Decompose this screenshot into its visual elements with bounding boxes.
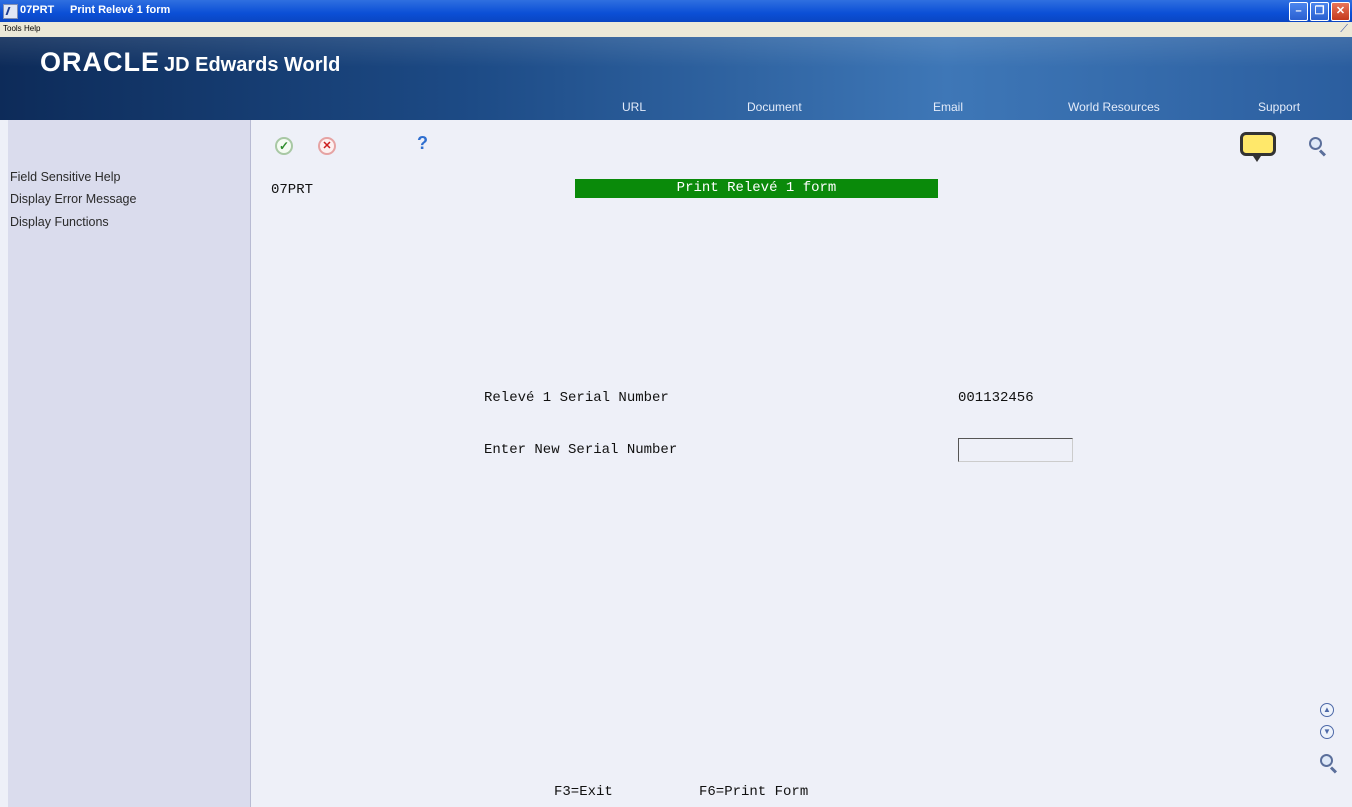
speech-bubble-icon[interactable]	[1240, 132, 1276, 162]
serial-number-value: 001132456	[958, 390, 1034, 406]
sidebar: Field Sensitive Help Display Error Messa…	[8, 120, 251, 807]
scroll-up-icon[interactable]: ▲	[1320, 703, 1334, 717]
new-serial-label: Enter New Serial Number	[484, 442, 678, 458]
window-program: 07PRT	[20, 4, 55, 16]
cancel-icon[interactable]: ✕	[318, 137, 336, 155]
product-name: JD Edwards World	[164, 54, 341, 76]
help-icon[interactable]: ?	[417, 133, 428, 154]
nav-support[interactable]: Support	[1258, 100, 1300, 114]
nav-url[interactable]: URL	[622, 100, 646, 114]
form-title: Print Relevé 1 form	[575, 179, 938, 198]
serial-number-label: Relevé 1 Serial Number	[484, 390, 669, 406]
jde-icon: ⟋	[1340, 23, 1348, 35]
menu-tools[interactable]: Tools	[3, 24, 22, 33]
menu-bar: Tools Help ⟋	[0, 22, 1352, 37]
sidebar-item-error-message[interactable]: Display Error Message	[10, 192, 136, 206]
minimize-button[interactable]: –	[1289, 2, 1308, 21]
close-button[interactable]: ✕	[1331, 2, 1350, 21]
scroll-down-icon[interactable]: ▼	[1320, 725, 1334, 739]
program-id: 07PRT	[271, 182, 314, 198]
app-icon	[3, 4, 18, 19]
nav-document[interactable]: Document	[747, 100, 802, 114]
nav-email[interactable]: Email	[933, 100, 963, 114]
new-serial-input[interactable]	[958, 438, 1073, 462]
main-area	[251, 120, 1352, 807]
banner: ORACLE JD Edwards World URL Document Emai…	[0, 37, 1352, 120]
brand-name: ORACLE	[40, 47, 160, 77]
magnifier-icon[interactable]	[1309, 137, 1322, 150]
check-icon[interactable]: ✓	[275, 137, 293, 155]
bottom-magnifier-icon[interactable]	[1320, 754, 1333, 767]
title-bar: 07PRT Print Relevé 1 form – ❐ ✕	[0, 0, 1352, 22]
nav-world-resources[interactable]: World Resources	[1068, 100, 1160, 114]
f6-print-form[interactable]: F6=Print Form	[699, 784, 808, 800]
sidebar-item-field-help[interactable]: Field Sensitive Help	[10, 170, 120, 184]
menu-help[interactable]: Help	[24, 24, 40, 33]
window-controls: – ❐ ✕	[1289, 2, 1350, 21]
f3-exit[interactable]: F3=Exit	[554, 784, 613, 800]
oracle-logo: ORACLE JD Edwards World	[40, 47, 340, 78]
window-title: Print Relevé 1 form	[70, 4, 171, 16]
sidebar-item-functions[interactable]: Display Functions	[10, 215, 109, 229]
restore-button[interactable]: ❐	[1310, 2, 1329, 21]
